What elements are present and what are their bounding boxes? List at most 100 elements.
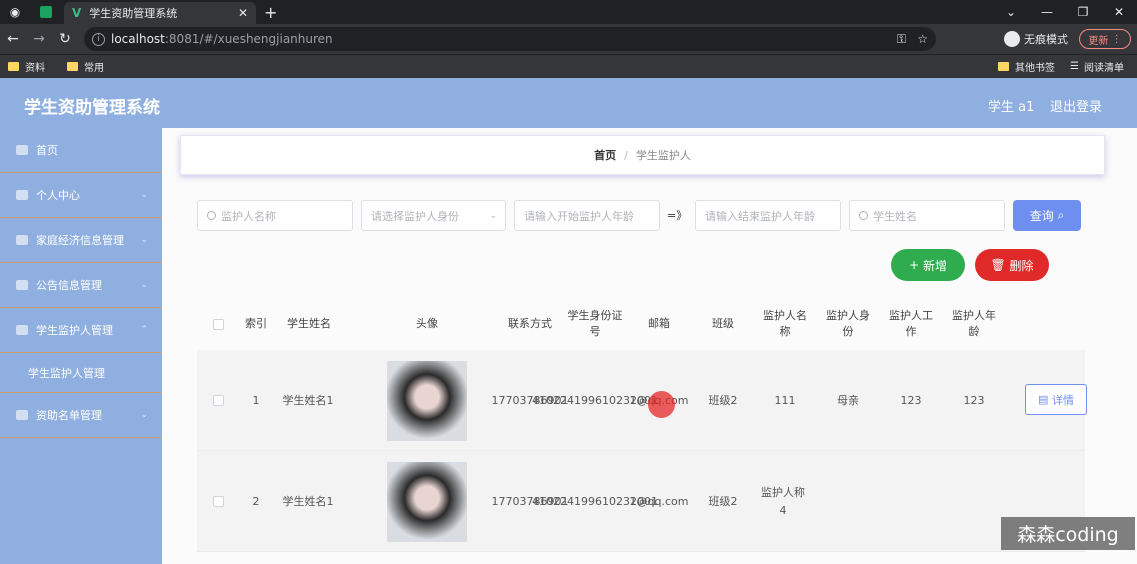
bookmarks-bar: 资料 常用 其他书签 ☰ 阅读清单	[0, 54, 1137, 78]
query-label: 查询	[1029, 209, 1054, 223]
table-row[interactable]: 1 学生姓名1 17703786901 410224199610232001 1…	[197, 350, 1087, 451]
chevron-up-icon: ⌃	[140, 325, 148, 335]
star-icon[interactable]: ☆	[917, 32, 928, 46]
reload-icon[interactable]: ↻	[52, 31, 78, 47]
url-host: localhost	[111, 32, 165, 46]
breadcrumb-home[interactable]: 首页	[594, 147, 616, 163]
cell-age: 123	[963, 393, 985, 407]
table-row[interactable]: 2 学生姓名1 17703786901 410224199610232001 1…	[197, 451, 1085, 552]
placeholder: 请选择监护人身份	[371, 209, 459, 223]
age-end-input[interactable]: 请输入结束监护人年龄	[695, 200, 841, 231]
vue-logo-icon: V	[72, 6, 82, 20]
cell-name: 学生姓名1	[282, 494, 334, 508]
bookmark-folder-1[interactable]: 资料	[8, 59, 45, 74]
sidebar-item-profile[interactable]: 个人中心 ⌄	[0, 173, 162, 218]
col-work: 监护人工作	[889, 309, 933, 338]
cell-class: 班级2	[708, 393, 738, 407]
cell-name: 学生姓名1	[282, 393, 334, 407]
tab-search-icon[interactable]: ⌄	[993, 0, 1029, 24]
delete-label: 删除	[1009, 258, 1034, 273]
watermark: 森森coding	[1001, 517, 1135, 550]
cell-class: 班级2	[708, 494, 738, 508]
app-favicon-icon	[40, 6, 52, 18]
incognito-indicator[interactable]: 无痕模式	[1004, 24, 1068, 54]
close-tab-icon[interactable]: ✕	[238, 6, 248, 20]
placeholder: 学生姓名	[873, 209, 917, 223]
bookmark-label: 其他书签	[1015, 63, 1055, 74]
cell-index: 1	[252, 393, 260, 407]
cell-work: 123	[900, 393, 922, 407]
document-icon	[16, 235, 28, 245]
range-arrow: =》	[667, 209, 688, 222]
search-icon: ⌕	[1057, 208, 1065, 222]
col-age: 监护人年龄	[952, 309, 996, 338]
cell-identity: 母亲	[837, 393, 859, 407]
detail-button[interactable]: ▤ 详情	[1025, 384, 1087, 415]
col-email: 邮箱	[648, 317, 670, 330]
maximize-icon[interactable]: ❐	[1065, 0, 1101, 24]
logout-link[interactable]: 退出登录	[1050, 96, 1102, 115]
browser-tab[interactable]: V 学生资助管理系统 ✕	[64, 2, 256, 24]
main-content: 首页 / 学生监护人 监护人名称 请选择监护人身份 ⌄ 请输入开始监护人年龄 =》…	[162, 128, 1137, 564]
sidebar-item-funding-list[interactable]: 资助名单管理 ⌄	[0, 393, 162, 438]
search-icon	[207, 211, 216, 220]
student-name-input[interactable]: 学生姓名	[849, 200, 1005, 231]
bookmark-label: 资料	[25, 63, 45, 74]
incognito-icon	[1004, 31, 1020, 47]
mouse-cursor-indicator	[648, 391, 675, 418]
url-input[interactable]: i localhost:8081/#/xueshengjianhuren ⚿ ☆	[84, 27, 936, 51]
forward-icon[interactable]: →	[26, 31, 52, 47]
back-icon[interactable]: ←	[0, 31, 26, 47]
cell-guardian: 111	[774, 393, 796, 407]
guardian-identity-select[interactable]: 请选择监护人身份 ⌄	[361, 200, 506, 231]
table-header: 索引 学生姓名 头像 联系方式 学生身份证号 邮箱 班级 监护人名称 监护人身份…	[197, 298, 1085, 350]
row-checkbox[interactable]	[212, 496, 224, 507]
browser-menu-icon[interactable]: ◉	[8, 5, 22, 19]
sidebar-item-label: 个人中心	[36, 189, 80, 202]
site-info-icon[interactable]: i	[92, 32, 105, 46]
sidebar: 首页 个人中心 ⌄ 家庭经济信息管理 ⌄ 公告信息管理 ⌄ 学生监护人管理 ⌃ 学生监护…	[0, 128, 162, 564]
tab-title: 学生资助管理系统	[89, 7, 178, 20]
sidebar-item-label: 家庭经济信息管理	[36, 234, 124, 247]
query-button[interactable]: 查询 ⌕	[1013, 200, 1081, 231]
incognito-label: 无痕模式	[1024, 33, 1068, 46]
detail-label: 详情	[1051, 393, 1074, 407]
address-bar-row: ← → ↻ i localhost:8081/#/xueshengjianhur…	[0, 24, 1137, 54]
new-tab-icon[interactable]: +	[264, 3, 277, 22]
row-checkbox[interactable]	[212, 395, 224, 406]
sidebar-item-label: 资助名单管理	[36, 409, 102, 422]
folder-icon	[998, 62, 1009, 71]
col-phone: 联系方式	[508, 317, 552, 330]
key-icon[interactable]: ⚿	[897, 32, 906, 47]
sidebar-subitem-guardians[interactable]: 学生监护人管理	[0, 353, 162, 393]
home-icon	[16, 145, 28, 155]
col-identity: 监护人身份	[826, 309, 870, 338]
cell-idcard: 410224199610232001	[532, 393, 658, 407]
bell-icon	[16, 280, 28, 290]
minimize-icon[interactable]: —	[1029, 0, 1065, 24]
avatar	[387, 360, 467, 441]
bookmark-folder-2[interactable]: 常用	[67, 59, 104, 74]
list-icon	[16, 410, 28, 420]
sidebar-item-guardians[interactable]: 学生监护人管理 ⌃	[0, 308, 162, 353]
add-button[interactable]: + 新增	[891, 249, 965, 281]
col-index: 索引	[245, 317, 267, 330]
col-name: 学生姓名	[287, 317, 331, 330]
cell-guardian: 监护人称4	[761, 485, 805, 517]
select-all-checkbox[interactable]	[212, 318, 224, 330]
chevron-down-icon: ⌄	[140, 190, 148, 200]
sidebar-item-announcements[interactable]: 公告信息管理 ⌄	[0, 263, 162, 308]
group-icon	[16, 325, 28, 335]
update-button[interactable]: 更新 ⋮	[1079, 29, 1131, 49]
other-bookmarks[interactable]: 其他书签	[998, 59, 1055, 74]
breadcrumb-current: 学生监护人	[635, 149, 691, 162]
guardian-name-input[interactable]: 监护人名称	[197, 200, 353, 231]
sidebar-item-label: 学生监护人管理	[36, 324, 113, 337]
delete-button[interactable]: 🗑 删除	[975, 249, 1049, 281]
age-start-input[interactable]: 请输入开始监护人年龄	[514, 200, 660, 231]
sidebar-item-label: 首页	[36, 144, 58, 157]
sidebar-item-home[interactable]: 首页	[0, 128, 162, 173]
close-window-icon[interactable]: ✕	[1101, 0, 1137, 24]
sidebar-item-family-finance[interactable]: 家庭经济信息管理 ⌄	[0, 218, 162, 263]
reading-list[interactable]: ☰ 阅读清单	[1070, 59, 1124, 74]
